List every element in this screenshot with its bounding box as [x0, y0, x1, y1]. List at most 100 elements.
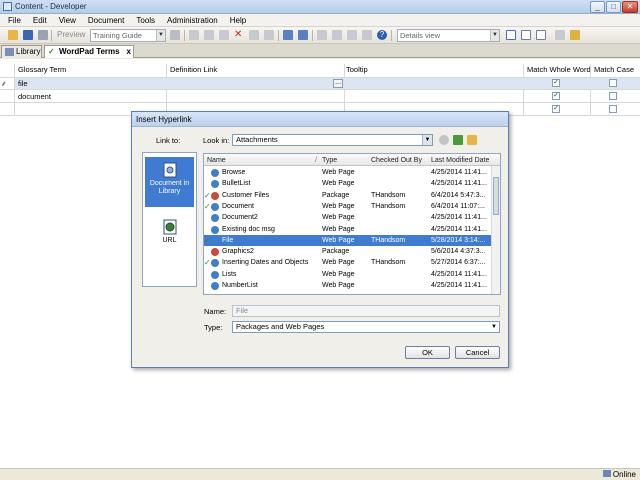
browse-link-button[interactable]: ... [333, 79, 343, 88]
spellcheck-icon[interactable] [362, 30, 372, 40]
redo-icon[interactable] [298, 30, 308, 40]
match-whole-word-checkbox[interactable]: ✓ [552, 79, 560, 87]
toolbar-separator [184, 30, 185, 41]
file-row[interactable]: NumberList Web Page 4/25/2014 11:41... [204, 280, 492, 291]
vertical-scrollbar[interactable] [491, 166, 500, 294]
open-folder-icon[interactable] [8, 30, 18, 40]
paste-icon[interactable] [219, 30, 229, 40]
look-in-combo[interactable]: Attachments ▼ [232, 134, 433, 146]
insert-hyperlink-dialog: Insert Hyperlink Link to: Document in Li… [131, 111, 509, 368]
file-type: Web Page [322, 214, 355, 222]
back-icon[interactable] [439, 135, 449, 145]
package-icon [211, 248, 219, 257]
file-row[interactable]: ✓ Customer Files Package THandsom 6/4/2014 5… [204, 190, 492, 201]
export-icon[interactable] [555, 30, 565, 40]
file-row[interactable]: ✓ Inserting Dates and Objects Web Page THan… [204, 257, 492, 268]
column-header-glossary-term[interactable]: Glossary Term [18, 64, 66, 76]
match-case-checkbox[interactable] [609, 105, 617, 113]
file-type: Web Page [322, 259, 355, 267]
save-icon[interactable] [23, 30, 33, 40]
properties-icon[interactable] [249, 30, 259, 40]
table-row[interactable]: document ✓ [15, 90, 640, 102]
menu-view[interactable]: View [53, 14, 82, 27]
training-guide-value: Training Guide [93, 31, 142, 40]
split-vertical-icon[interactable] [536, 30, 546, 40]
column-header-type[interactable]: Type [322, 156, 337, 165]
import-icon[interactable] [570, 30, 580, 40]
type-combo[interactable]: Packages and Web Pages ▼ [232, 321, 500, 333]
table-row[interactable]: ⸙ file ... ✓ [1, 78, 640, 89]
link-to-document-in-library[interactable]: Document in Library [145, 157, 194, 207]
new-folder-icon[interactable] [467, 135, 477, 145]
file-row[interactable]: ✓ File Web Page THandsom 5/28/2014 3:14:... [204, 234, 492, 246]
close-tab-icon[interactable]: x [127, 46, 131, 58]
undo-icon[interactable] [283, 30, 293, 40]
tab-wordpad-terms[interactable]: ✓ WordPad Terms x [44, 45, 134, 58]
dialog-title: Insert Hyperlink [132, 112, 508, 127]
checked-doc-icon: ✓ [48, 47, 55, 56]
column-header-tooltip[interactable]: Tooltip [346, 64, 368, 76]
split-horizontal-icon[interactable] [521, 30, 531, 40]
preview-button[interactable]: Preview [57, 30, 85, 39]
name-label: Name: [204, 307, 227, 316]
link-to-url[interactable]: URL [145, 219, 194, 251]
menu-document[interactable]: Document [82, 14, 130, 27]
name-field[interactable]: File [232, 305, 500, 317]
file-row[interactable]: ✓ Document Web Page THandsom 6/4/2014 11:07:… [204, 201, 492, 212]
details-view-combo[interactable]: Details view ▼ [397, 29, 500, 42]
match-whole-word-checkbox[interactable]: ✓ [552, 92, 560, 100]
file-last-modified: 5/28/2014 3:14:... [431, 236, 486, 244]
print-icon[interactable] [38, 30, 48, 40]
web-page-icon [211, 225, 219, 234]
match-case-checkbox[interactable] [609, 79, 617, 87]
maximize-button[interactable]: □ [606, 1, 621, 13]
column-header-last-modified[interactable]: Last Modified Date [431, 156, 489, 165]
file-row[interactable]: Document2 Web Page 4/25/2014 11:41... [204, 212, 492, 223]
glossary-term-cell[interactable]: document [18, 91, 51, 102]
tab-label: Library [16, 47, 41, 56]
cut-icon[interactable] [189, 30, 199, 40]
column-header-definition-link[interactable]: Definition Link [170, 64, 217, 76]
copy-icon[interactable] [204, 30, 214, 40]
training-guide-combo[interactable]: Training Guide ▼ [90, 29, 166, 42]
tab-library[interactable]: Library [1, 45, 42, 58]
column-header-match-case[interactable]: Match Case [594, 64, 634, 76]
document-tabs: Library ✓ WordPad Terms x [0, 44, 640, 58]
menu-administration[interactable]: Administration [161, 14, 224, 27]
outdent-icon[interactable] [332, 30, 342, 40]
help-icon[interactable]: ? [377, 30, 387, 40]
file-row[interactable]: Lists Web Page 4/25/2014 11:41... [204, 269, 492, 280]
close-button[interactable]: ✕ [622, 1, 638, 13]
refresh-icon[interactable] [264, 30, 274, 40]
match-case-checkbox[interactable] [609, 92, 617, 100]
glossary-term-cell[interactable]: file [18, 78, 28, 89]
check-icon: ✓ [204, 235, 211, 245]
file-row[interactable]: Browse Web Page 4/25/2014 11:41... [204, 167, 492, 178]
find-icon[interactable] [347, 30, 357, 40]
column-header-match-whole-word[interactable]: Match Whole Word [527, 64, 591, 76]
publish-icon[interactable] [170, 30, 180, 40]
up-folder-icon[interactable] [453, 135, 463, 145]
menu-help[interactable]: Help [224, 14, 252, 27]
layout-view-icon[interactable] [506, 30, 516, 40]
menu-tools[interactable]: Tools [130, 14, 161, 27]
file-checked-out-by: THandsom [371, 236, 406, 244]
column-header-checked-out-by[interactable]: Checked Out By [371, 156, 422, 165]
ok-button[interactable]: OK [405, 346, 450, 359]
indent-icon[interactable] [317, 30, 327, 40]
web-page-icon [211, 282, 219, 290]
file-row[interactable]: Graphics2 Package 5/6/2014 4:37:3... [204, 246, 492, 257]
menu-edit[interactable]: Edit [27, 14, 53, 27]
delete-icon[interactable]: ✕ [234, 30, 244, 40]
minimize-button[interactable]: _ [590, 1, 605, 13]
cancel-button[interactable]: Cancel [455, 346, 500, 359]
column-header-name[interactable]: Name [207, 156, 226, 165]
match-whole-word-checkbox[interactable]: ✓ [552, 105, 560, 113]
file-name: BulletList [222, 180, 251, 188]
menu-file[interactable]: File [2, 14, 27, 27]
file-row[interactable]: Existing doc msg Web Page 4/25/2014 11:41.… [204, 224, 492, 235]
file-type: Web Page [322, 225, 355, 233]
file-row[interactable]: BulletList Web Page 4/25/2014 11:41... [204, 178, 492, 189]
scrollbar-thumb[interactable] [493, 177, 499, 215]
file-type: Package [322, 191, 350, 199]
